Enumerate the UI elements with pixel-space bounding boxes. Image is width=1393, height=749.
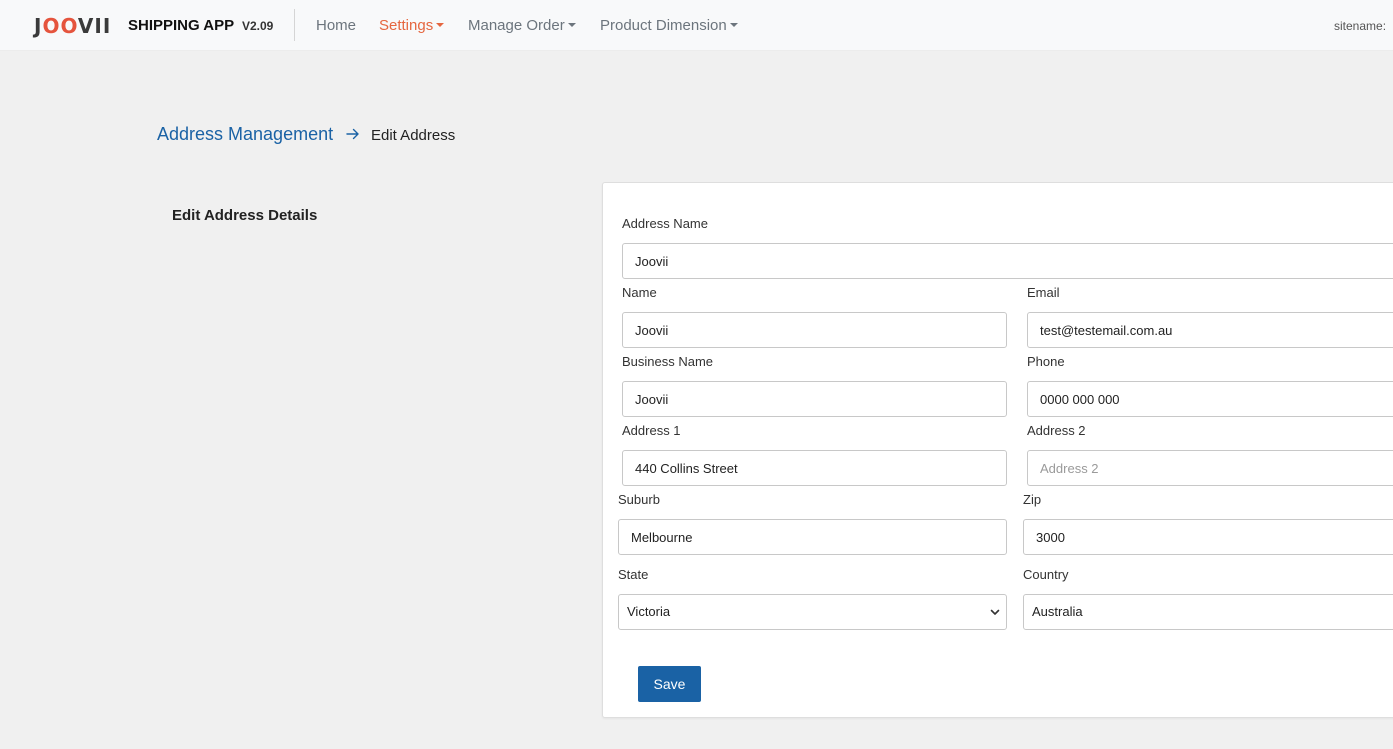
name-label: Name xyxy=(622,285,657,300)
suburb-input[interactable] xyxy=(618,519,1007,555)
sitename-label: sitename: xyxy=(1334,19,1387,33)
state-selected-value: Victoria xyxy=(627,604,671,619)
address-name-label: Address Name xyxy=(622,216,708,231)
address1-input[interactable] xyxy=(622,450,1007,486)
arrow-right-icon xyxy=(346,128,359,140)
logo-text: JOOVII xyxy=(34,14,112,38)
phone-input[interactable] xyxy=(1027,381,1393,417)
zip-input[interactable] xyxy=(1023,519,1393,555)
suburb-label: Suburb xyxy=(618,492,660,507)
caret-down-icon xyxy=(436,23,445,27)
section-title: Edit Address Details xyxy=(172,207,318,224)
nav-home-link[interactable]: Home xyxy=(316,17,356,34)
chevron-down-icon xyxy=(990,609,1000,615)
caret-down-icon xyxy=(729,23,738,27)
top-navbar: JOOVII SHIPPING APP V2.09 Home Settings … xyxy=(0,0,1393,51)
app-version: V2.09 xyxy=(242,19,274,33)
app-title: SHIPPING APP xyxy=(128,17,235,34)
breadcrumb-address-management-link[interactable]: Address Management xyxy=(157,124,333,145)
joovii-logo[interactable]: JOOVII xyxy=(34,15,111,37)
country-selected-value: Australia xyxy=(1032,604,1083,619)
zip-label: Zip xyxy=(1023,492,1042,507)
nav-product-dimension-dropdown[interactable]: Product Dimension xyxy=(600,17,738,34)
address1-label: Address 1 xyxy=(622,423,681,438)
country-label: Country xyxy=(1023,567,1069,582)
country-select[interactable]: Australia xyxy=(1023,594,1393,630)
business-name-input[interactable] xyxy=(622,381,1007,417)
business-name-label: Business Name xyxy=(622,354,714,369)
phone-label: Phone xyxy=(1027,354,1065,369)
address2-input[interactable] xyxy=(1027,450,1393,486)
navbar-divider xyxy=(294,9,295,41)
nav-settings-dropdown[interactable]: Settings xyxy=(379,17,445,34)
state-select[interactable]: Victoria xyxy=(618,594,1007,630)
address2-label: Address 2 xyxy=(1027,423,1086,438)
caret-down-icon xyxy=(567,23,576,27)
breadcrumb-current: Edit Address xyxy=(371,127,456,144)
email-input[interactable] xyxy=(1027,312,1393,348)
save-button[interactable]: Save xyxy=(638,666,701,702)
address-name-input[interactable] xyxy=(622,243,1393,279)
state-label: State xyxy=(618,567,649,582)
email-label: Email xyxy=(1027,285,1060,300)
name-input[interactable] xyxy=(622,312,1007,348)
nav-manage-order-dropdown[interactable]: Manage Order xyxy=(468,17,576,34)
